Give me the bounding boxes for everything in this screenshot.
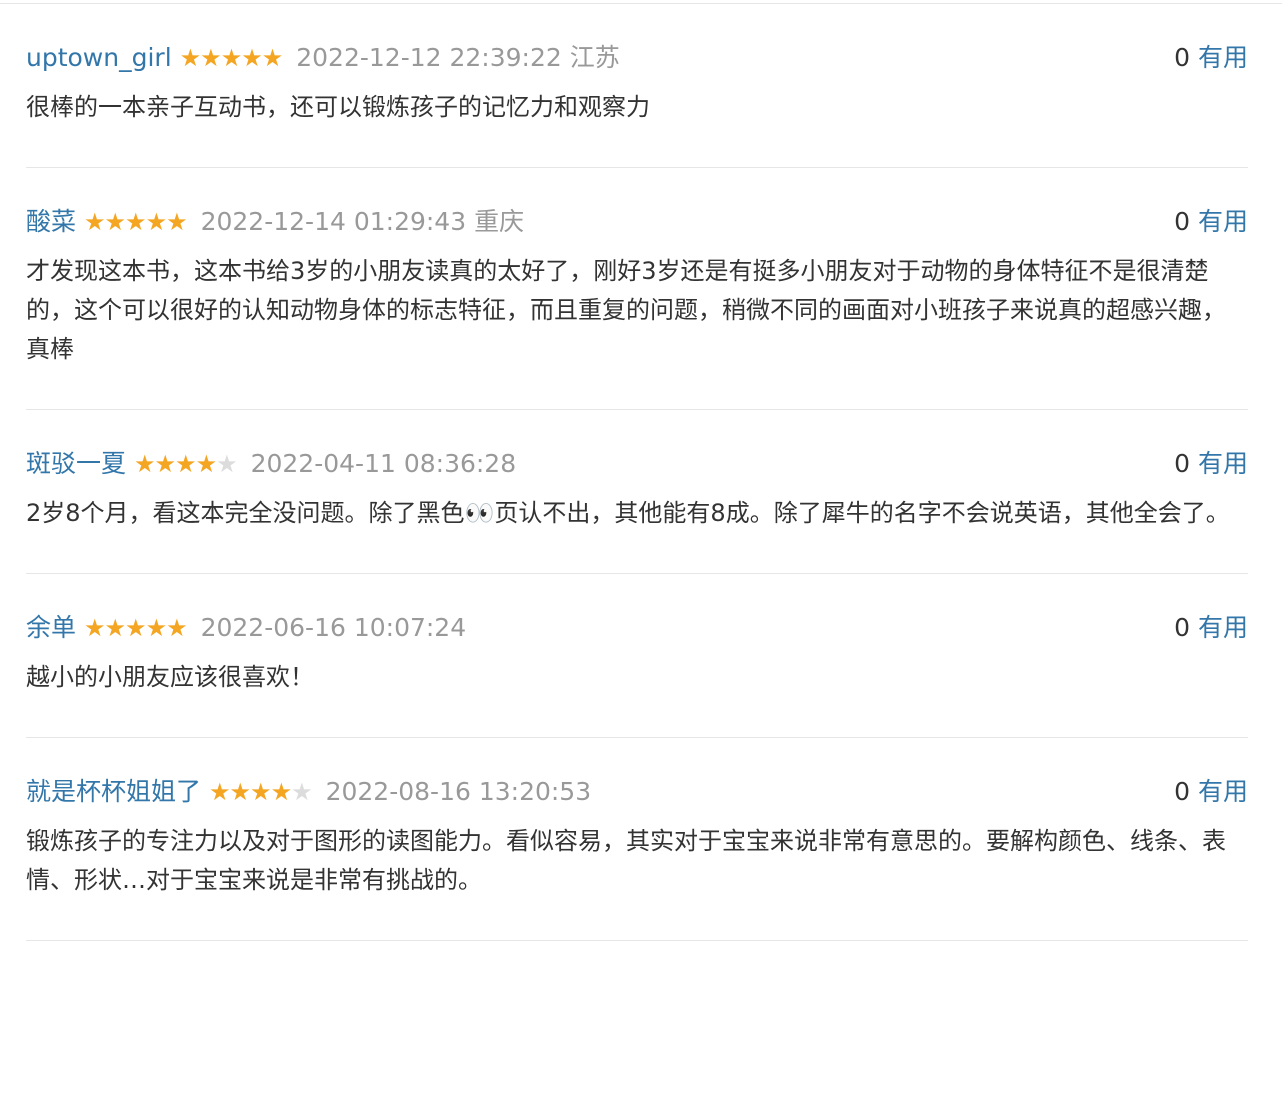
star-filled-icon: ★ [175, 450, 196, 478]
review-time: 2022-12-12 22:39:22 [296, 43, 562, 72]
star-filled-icon: ★ [179, 44, 201, 72]
review-item: uptown_girl ★ ★ ★ ★ ★ 2022-12-12 22:39:22 江苏… [26, 4, 1248, 168]
review-item: 余单 ★ ★ ★ ★ ★ 2022-06-16 10:07:24 0 有用 越小的小朋友… [26, 574, 1248, 738]
vote-area: 0 有用 [1174, 772, 1248, 812]
vote-count: 0 [1174, 207, 1190, 236]
star-filled-icon: ★ [134, 450, 155, 478]
review-time: 2022-12-14 01:29:43 [200, 207, 467, 236]
review-header: 余单 ★ ★ ★ ★ ★ 2022-06-16 10:07:24 [26, 608, 1248, 648]
rating-stars: ★ ★ ★ ★ ★ [84, 202, 188, 242]
review-text: 很棒的一本亲子互动书，还可以锻炼孩子的记忆力和观察力 [26, 93, 650, 121]
star-filled-icon: ★ [241, 44, 262, 72]
review-list: uptown_girl ★ ★ ★ ★ ★ 2022-12-12 22:39:22 江苏… [26, 4, 1248, 941]
star-filled-icon: ★ [104, 208, 126, 236]
star-filled-icon: ★ [84, 208, 105, 236]
review-header: 斑驳一夏 ★ ★ ★ ★ ★ 2022-04-11 08:36:28 [26, 444, 1248, 484]
review-header: uptown_girl ★ ★ ★ ★ ★ 2022-12-12 22:39:22 江苏 [26, 38, 1248, 78]
review-header: 酸菜 ★ ★ ★ ★ ★ 2022-12-14 01:29:43 重庆 [26, 202, 1248, 242]
star-filled-icon: ★ [200, 44, 221, 72]
review-time: 2022-08-16 13:20:53 [325, 777, 592, 806]
useful-button[interactable]: 有用 [1198, 38, 1248, 78]
review-item: 就是杯杯姐姐了 ★ ★ ★ ★ ★ 2022-08-16 13:20:53 0 有用 锻… [26, 738, 1248, 941]
vote-count: 0 [1174, 43, 1190, 72]
star-filled-icon: ★ [125, 208, 146, 236]
review-item: 酸菜 ★ ★ ★ ★ ★ 2022-12-14 01:29:43 重庆 0 有用 才发现… [26, 168, 1248, 410]
user-name-link[interactable]: 酸菜 [26, 202, 76, 242]
useful-button[interactable]: 有用 [1198, 444, 1248, 484]
user-name-link[interactable]: 斑驳一夏 [26, 444, 126, 484]
star-filled-icon: ★ [270, 778, 292, 806]
review-text: 才发现这本书，这本书给3岁的小朋友读真的太好了，刚好3岁还是有挺多小朋友对于动物… [26, 257, 1226, 363]
rating-stars: ★ ★ ★ ★ ★ [179, 38, 284, 78]
star-filled-icon: ★ [209, 778, 230, 806]
useful-button[interactable]: 有用 [1198, 608, 1248, 648]
review-text: 越小的小朋友应该很喜欢！ [26, 663, 314, 691]
review-item: 斑驳一夏 ★ ★ ★ ★ ★ 2022-04-11 08:36:28 0 有用 2岁8个… [26, 410, 1248, 574]
star-filled-icon: ★ [166, 614, 187, 642]
review-location: 重庆 [474, 207, 525, 236]
user-name-link[interactable]: 余单 [26, 608, 76, 648]
useful-button[interactable]: 有用 [1198, 202, 1248, 242]
review-text: 2岁8个月，看这本完全没问题。除了黑色👀页认不出，其他能有8成。除了犀牛的名字不… [26, 499, 1230, 527]
star-filled-icon: ★ [145, 208, 167, 236]
review-time: 2022-04-11 08:36:28 [250, 449, 517, 478]
rating-stars: ★ ★ ★ ★ ★ [134, 444, 238, 484]
star-empty-icon: ★ [291, 778, 312, 806]
review-time: 2022-06-16 10:07:24 [200, 613, 467, 642]
star-empty-icon: ★ [216, 450, 237, 478]
review-location: 江苏 [569, 43, 620, 72]
vote-count: 0 [1174, 613, 1190, 642]
review-text: 锻炼孩子的专注力以及对于图形的读图能力。看似容易，其实对于宝宝来说非常有意思的。… [26, 827, 1226, 894]
vote-area: 0 有用 [1174, 38, 1248, 78]
vote-area: 0 有用 [1174, 608, 1248, 648]
rating-stars: ★ ★ ★ ★ ★ [209, 772, 313, 812]
star-filled-icon: ★ [261, 44, 283, 72]
star-filled-icon: ★ [84, 614, 105, 642]
star-filled-icon: ★ [154, 450, 176, 478]
vote-count: 0 [1174, 777, 1190, 806]
star-filled-icon: ★ [104, 614, 126, 642]
user-name-link[interactable]: uptown_girl [26, 38, 172, 78]
star-filled-icon: ★ [125, 614, 146, 642]
star-filled-icon: ★ [229, 778, 251, 806]
star-filled-icon: ★ [166, 208, 187, 236]
rating-stars: ★ ★ ★ ★ ★ [84, 608, 188, 648]
star-filled-icon: ★ [145, 614, 167, 642]
review-header: 就是杯杯姐姐了 ★ ★ ★ ★ ★ 2022-08-16 13:20:53 [26, 772, 1248, 812]
star-filled-icon: ★ [250, 778, 271, 806]
star-filled-icon: ★ [195, 450, 217, 478]
vote-area: 0 有用 [1174, 444, 1248, 484]
useful-button[interactable]: 有用 [1198, 772, 1248, 812]
vote-area: 0 有用 [1174, 202, 1248, 242]
user-name-link[interactable]: 就是杯杯姐姐了 [26, 772, 201, 812]
vote-count: 0 [1174, 449, 1190, 478]
star-filled-icon: ★ [220, 44, 242, 72]
